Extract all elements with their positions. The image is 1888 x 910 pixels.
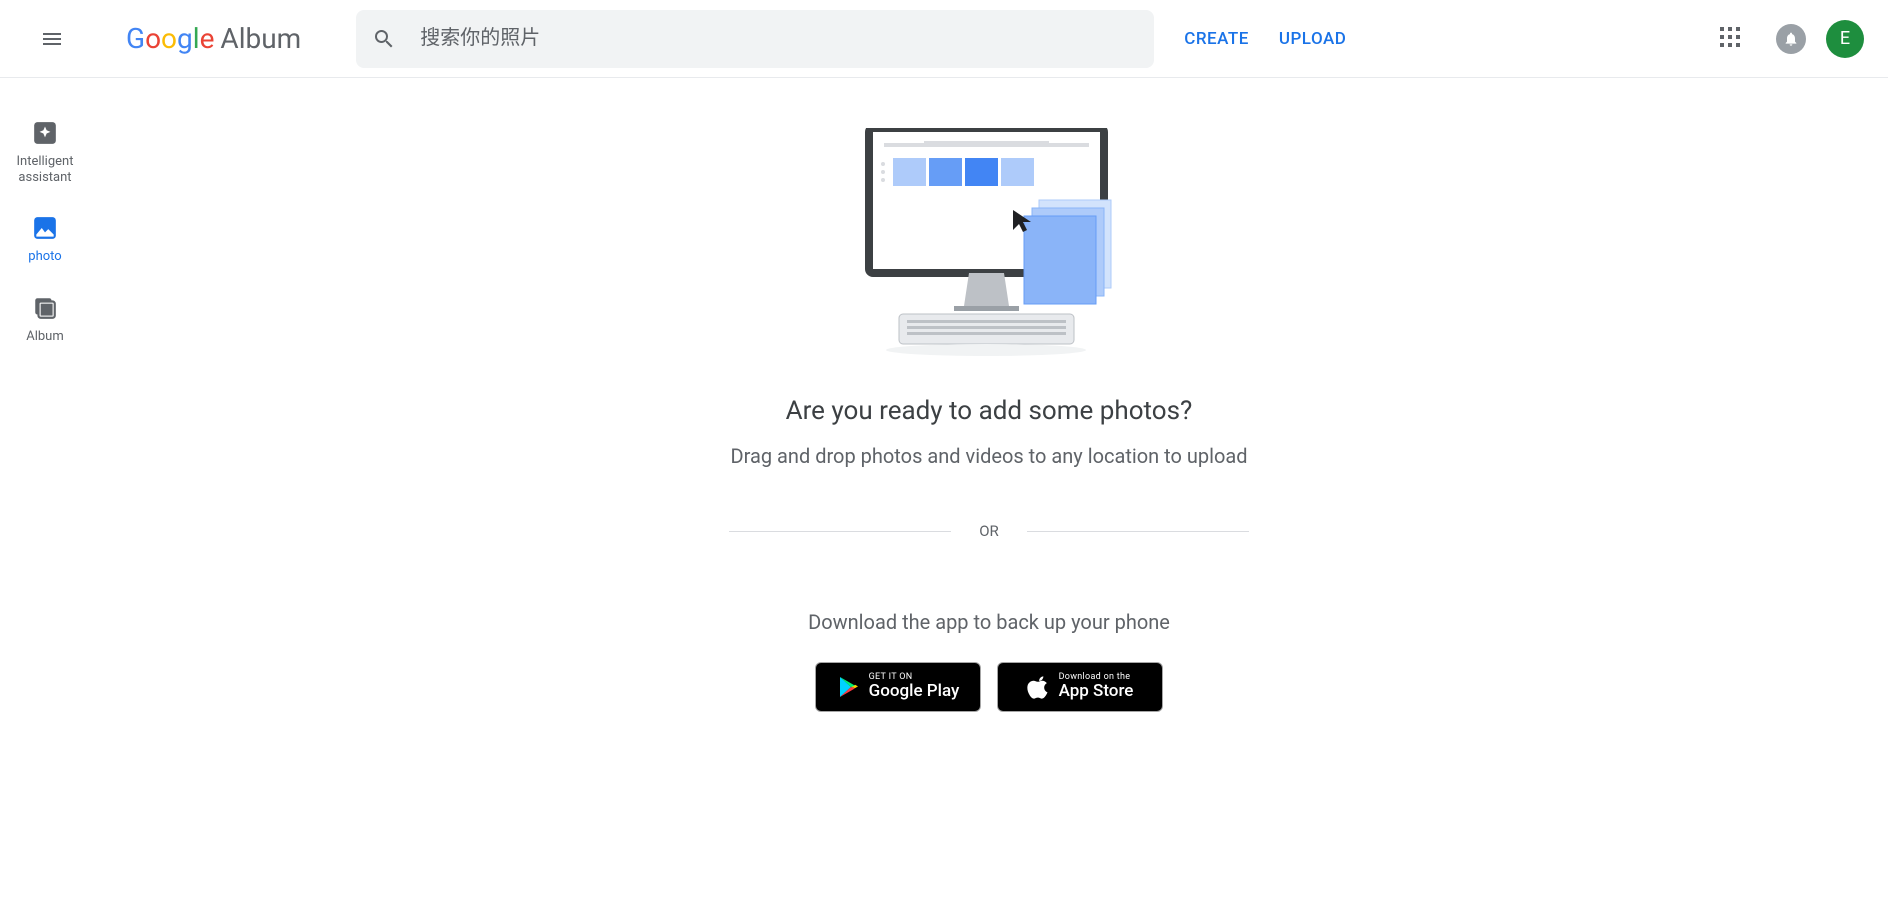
intelligent-assistant-icon <box>32 120 58 146</box>
search-icon <box>372 27 396 51</box>
badge-bottom-text: Google Play <box>869 683 960 701</box>
google-play-badge[interactable]: GET IT ON Google Play <box>815 662 981 712</box>
hamburger-menu-button[interactable] <box>28 15 76 63</box>
header-actions: CREATE UPLOAD <box>1184 29 1346 49</box>
sidebar-item-album[interactable]: Album <box>26 295 64 345</box>
header-right: E <box>1708 15 1872 63</box>
sidebar: Intelligent assistant photo Album <box>0 100 90 344</box>
header: Google Album CREATE UPLOAD E <box>0 0 1888 78</box>
google-play-icon <box>837 675 861 699</box>
or-label: OR <box>979 522 999 540</box>
sidebar-item-assistant[interactable]: Intelligent assistant <box>17 120 74 185</box>
badge-bottom-text: App Store <box>1059 683 1134 701</box>
bell-icon <box>1783 31 1799 47</box>
main-content: Are you ready to add some photos? Drag a… <box>90 78 1888 712</box>
upload-button[interactable]: UPLOAD <box>1279 29 1347 49</box>
account-avatar[interactable]: E <box>1826 20 1864 58</box>
empty-state-subtitle: Drag and drop photos and videos to any l… <box>730 444 1247 468</box>
sidebar-label: Album <box>26 329 64 345</box>
sidebar-label: Intelligent assistant <box>17 154 74 185</box>
notifications-button[interactable] <box>1776 24 1806 54</box>
google-apps-button[interactable] <box>1708 15 1756 63</box>
album-icon <box>32 295 58 321</box>
logo[interactable]: Google Album <box>126 22 301 55</box>
search-input[interactable] <box>420 27 1138 50</box>
sidebar-item-photo[interactable]: photo <box>28 215 61 265</box>
create-button[interactable]: CREATE <box>1184 29 1249 49</box>
sidebar-label: photo <box>28 249 61 265</box>
empty-state-title: Are you ready to add some photos? <box>786 396 1193 426</box>
app-store-badges: GET IT ON Google Play Download on the Ap… <box>815 662 1163 712</box>
upload-illustration <box>859 128 1119 362</box>
google-wordmark: Google <box>126 22 214 55</box>
search-box[interactable] <box>356 10 1154 68</box>
hamburger-icon <box>40 27 64 51</box>
apple-icon <box>1027 675 1051 699</box>
app-store-badge[interactable]: Download on the App Store <box>997 662 1163 712</box>
or-divider: OR <box>729 522 1249 540</box>
photo-icon <box>32 215 58 241</box>
logo-suffix: Album <box>220 22 301 55</box>
download-app-text: Download the app to back up your phone <box>808 610 1170 634</box>
